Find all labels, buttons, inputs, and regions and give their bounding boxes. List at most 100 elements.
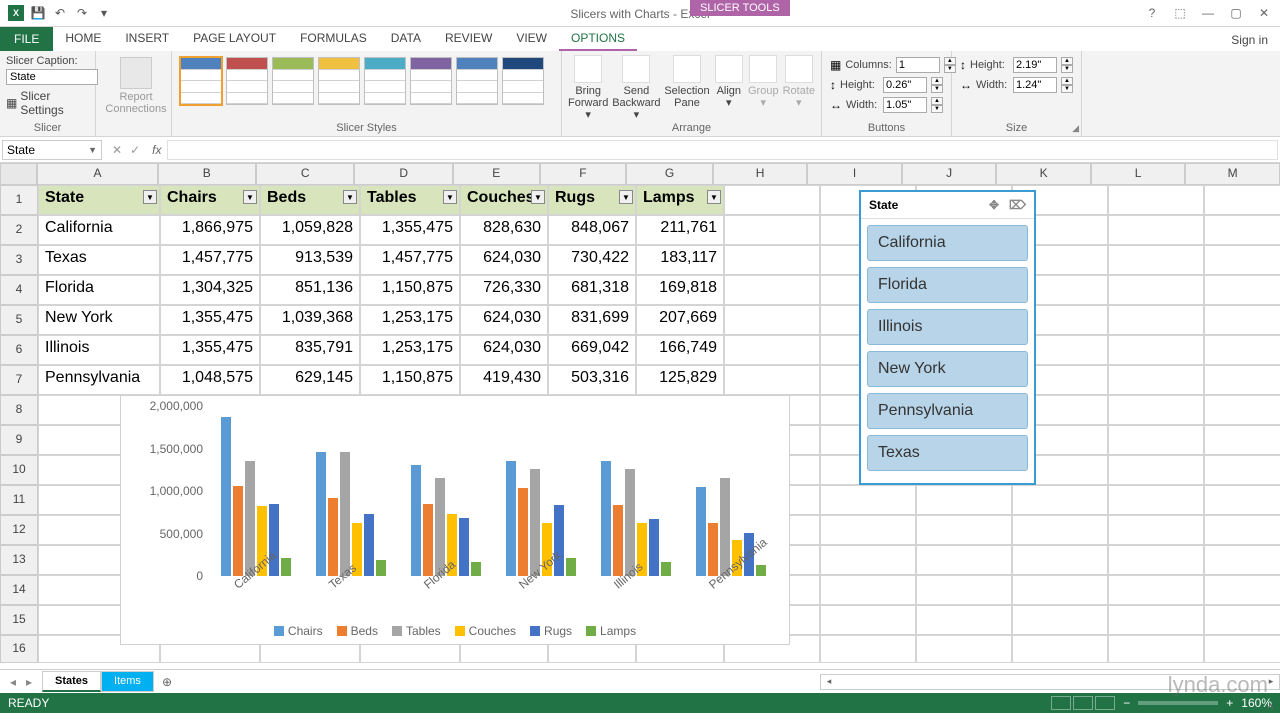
- tab-formulas[interactable]: FORMULAS: [288, 27, 379, 51]
- slicer-item[interactable]: California: [867, 225, 1028, 261]
- maximize-button[interactable]: ▢: [1224, 3, 1248, 23]
- cell[interactable]: Illinois: [38, 335, 160, 365]
- cell[interactable]: 1,355,475: [160, 335, 260, 365]
- dialog-launcher[interactable]: ◢: [1072, 123, 1079, 134]
- col-header[interactable]: K: [996, 163, 1091, 185]
- cell[interactable]: New York: [38, 305, 160, 335]
- bring-forward-button[interactable]: BringForward ▾: [568, 55, 608, 121]
- filter-button[interactable]: ▼: [143, 190, 157, 204]
- col-header[interactable]: M: [1185, 163, 1280, 185]
- help-button[interactable]: ?: [1140, 3, 1164, 23]
- col-header[interactable]: D: [354, 163, 452, 185]
- cell[interactable]: 1,355,475: [360, 215, 460, 245]
- row-header[interactable]: 6: [0, 335, 38, 365]
- tab-review[interactable]: REVIEW: [433, 27, 504, 51]
- zoom-out-button[interactable]: −: [1123, 696, 1130, 710]
- row-header[interactable]: 11: [0, 485, 38, 515]
- filter-button[interactable]: ▼: [443, 190, 457, 204]
- columns-input[interactable]: [896, 57, 940, 73]
- slicer-item[interactable]: New York: [867, 351, 1028, 387]
- cell[interactable]: 1,059,828: [260, 215, 360, 245]
- size-height-input[interactable]: [1013, 57, 1057, 73]
- cell[interactable]: 183,117: [636, 245, 724, 275]
- col-header[interactable]: B: [158, 163, 256, 185]
- cell[interactable]: 1,304,325: [160, 275, 260, 305]
- cell[interactable]: 828,630: [460, 215, 548, 245]
- row-header[interactable]: 10: [0, 455, 38, 485]
- file-tab[interactable]: FILE: [0, 27, 53, 51]
- slicer-item[interactable]: Pennsylvania: [867, 393, 1028, 429]
- cell[interactable]: 629,145: [260, 365, 360, 395]
- style-thumb[interactable]: [502, 57, 544, 105]
- style-thumb[interactable]: [410, 57, 452, 105]
- filter-button[interactable]: ▼: [343, 190, 357, 204]
- filter-button[interactable]: ▼: [707, 190, 721, 204]
- style-thumb[interactable]: [226, 57, 268, 105]
- col-header[interactable]: H: [713, 163, 808, 185]
- table-header[interactable]: Lamps▼: [636, 185, 724, 215]
- cell[interactable]: 419,430: [460, 365, 548, 395]
- save-button[interactable]: 💾: [28, 3, 48, 23]
- styles-gallery[interactable]: [178, 53, 555, 109]
- table-header[interactable]: Beds▼: [260, 185, 360, 215]
- cell[interactable]: 624,030: [460, 305, 548, 335]
- cell[interactable]: 1,048,575: [160, 365, 260, 395]
- tab-data[interactable]: DATA: [379, 27, 433, 51]
- move-icon[interactable]: ✥: [989, 198, 999, 212]
- cell[interactable]: 913,539: [260, 245, 360, 275]
- cell[interactable]: 1,457,775: [160, 245, 260, 275]
- col-header[interactable]: I: [807, 163, 902, 185]
- row-header[interactable]: 8: [0, 395, 38, 425]
- page-layout-button[interactable]: [1073, 696, 1093, 710]
- style-thumb[interactable]: [318, 57, 360, 105]
- zoom-slider[interactable]: [1138, 701, 1218, 705]
- excel-icon[interactable]: X: [6, 3, 26, 23]
- cell[interactable]: 1,457,775: [360, 245, 460, 275]
- cell[interactable]: 1,150,875: [360, 365, 460, 395]
- row-header[interactable]: 13: [0, 545, 38, 575]
- cell[interactable]: 726,330: [460, 275, 548, 305]
- cell[interactable]: 730,422: [548, 245, 636, 275]
- cell[interactable]: 831,699: [548, 305, 636, 335]
- cell[interactable]: California: [38, 215, 160, 245]
- zoom-in-button[interactable]: +: [1226, 696, 1233, 710]
- col-header[interactable]: L: [1091, 163, 1186, 185]
- cell[interactable]: 166,749: [636, 335, 724, 365]
- sheet-nav-prev[interactable]: ◂: [6, 675, 20, 689]
- sheet-tab[interactable]: States: [42, 671, 101, 692]
- send-backward-button[interactable]: SendBackward ▾: [612, 55, 660, 121]
- row-header[interactable]: 12: [0, 515, 38, 545]
- style-thumb[interactable]: [272, 57, 314, 105]
- cell[interactable]: 503,316: [548, 365, 636, 395]
- btn-height-input[interactable]: [883, 77, 927, 93]
- chart[interactable]: 0500,0001,000,0001,500,0002,000,000 Cali…: [120, 395, 790, 645]
- row-header[interactable]: 2: [0, 215, 38, 245]
- style-thumb[interactable]: [456, 57, 498, 105]
- cell[interactable]: 624,030: [460, 335, 548, 365]
- size-width-input[interactable]: [1013, 77, 1057, 93]
- col-header[interactable]: A: [37, 163, 157, 185]
- row-header[interactable]: 1: [0, 185, 38, 215]
- style-thumb[interactable]: [180, 57, 222, 105]
- cell[interactable]: 1,355,475: [160, 305, 260, 335]
- cell[interactable]: 1,150,875: [360, 275, 460, 305]
- undo-button[interactable]: ↶: [50, 3, 70, 23]
- worksheet-grid[interactable]: ABCDEFGHIJKLM 12345678910111213141516 St…: [0, 163, 1280, 669]
- filter-button[interactable]: ▼: [531, 190, 545, 204]
- row-header[interactable]: 4: [0, 275, 38, 305]
- filter-button[interactable]: ▼: [243, 190, 257, 204]
- add-sheet-button[interactable]: ⊕: [154, 675, 180, 689]
- cell[interactable]: 1,039,368: [260, 305, 360, 335]
- col-header[interactable]: J: [902, 163, 997, 185]
- sheet-nav-next[interactable]: ▸: [22, 675, 36, 689]
- row-header[interactable]: 9: [0, 425, 38, 455]
- align-button[interactable]: Align▾: [714, 55, 744, 121]
- fx-label[interactable]: fx: [148, 143, 165, 157]
- cell[interactable]: 624,030: [460, 245, 548, 275]
- page-break-button[interactable]: [1095, 696, 1115, 710]
- tab-view[interactable]: VIEW: [504, 27, 559, 51]
- clear-filter-icon[interactable]: ⌦: [1009, 198, 1026, 212]
- cell[interactable]: 1,253,175: [360, 335, 460, 365]
- row-header[interactable]: 16: [0, 635, 38, 663]
- signin-link[interactable]: Sign in: [1219, 29, 1280, 51]
